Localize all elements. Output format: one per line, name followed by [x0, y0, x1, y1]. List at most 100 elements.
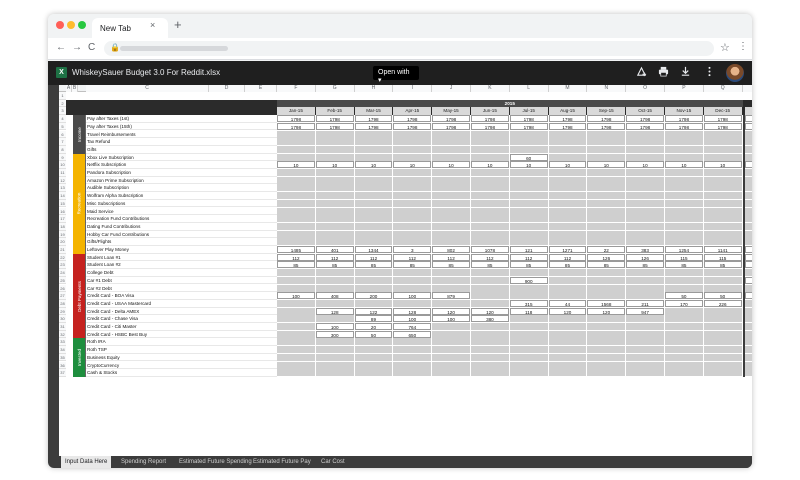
empty-cell[interactable] — [471, 330, 509, 338]
empty-cell[interactable] — [354, 176, 393, 184]
data-cell[interactable]: 1798 — [471, 122, 509, 130]
empty-cell[interactable] — [626, 199, 664, 207]
empty-cell[interactable] — [277, 284, 315, 292]
data-cell[interactable]: 85 — [744, 261, 752, 269]
data-cell[interactable]: 1000 — [744, 276, 752, 284]
empty-cell[interactable] — [432, 222, 470, 230]
empty-cell[interactable] — [393, 346, 432, 354]
empty-cell[interactable] — [665, 145, 703, 153]
row-label[interactable]: Pay after Taxes (1st) — [86, 115, 277, 123]
data-cell[interactable]: 1254 — [665, 246, 703, 254]
data-cell[interactable]: 50 — [665, 292, 703, 300]
row-label[interactable]: Car #1 Debt — [86, 276, 277, 285]
data-cell[interactable]: 1271 — [548, 246, 587, 254]
empty-cell[interactable] — [354, 184, 393, 192]
empty-cell[interactable] — [626, 169, 664, 177]
empty-cell[interactable] — [277, 145, 315, 153]
empty-cell[interactable] — [665, 330, 703, 338]
data-cell[interactable]: 120 — [587, 307, 626, 315]
empty-cell[interactable] — [587, 276, 626, 284]
empty-cell[interactable] — [587, 330, 626, 338]
row-label[interactable]: Gifts/Flights — [86, 238, 277, 246]
empty-cell[interactable] — [471, 199, 509, 207]
empty-cell[interactable] — [548, 330, 587, 338]
data-cell[interactable]: 112 — [277, 253, 315, 261]
empty-cell[interactable] — [626, 284, 664, 292]
row-label[interactable]: Roth IRA — [86, 338, 277, 347]
empty-cell[interactable] — [315, 130, 354, 138]
sheet-tab[interactable]: Spending Report — [117, 456, 170, 468]
empty-cell[interactable] — [703, 169, 742, 177]
close-window-button[interactable] — [56, 21, 64, 29]
empty-cell[interactable] — [509, 169, 548, 177]
empty-cell[interactable] — [665, 207, 703, 215]
empty-cell[interactable] — [393, 184, 432, 192]
empty-cell[interactable] — [703, 284, 742, 292]
empty-cell[interactable] — [626, 207, 664, 215]
empty-cell[interactable] — [315, 222, 354, 230]
empty-cell[interactable] — [315, 192, 354, 200]
data-cell[interactable]: 1344 — [354, 246, 393, 254]
data-cell[interactable]: 10 — [744, 161, 752, 169]
empty-cell[interactable] — [315, 315, 354, 323]
empty-cell[interactable] — [587, 361, 626, 369]
empty-cell[interactable] — [315, 184, 354, 192]
row-label[interactable]: Audible Subscription — [86, 184, 277, 193]
empty-cell[interactable] — [432, 369, 470, 377]
data-cell[interactable]: 10 — [703, 161, 742, 169]
row-number[interactable]: 20 — [59, 238, 66, 246]
empty-cell[interactable] — [354, 238, 393, 246]
empty-cell[interactable] — [315, 153, 354, 161]
empty-cell[interactable] — [665, 184, 703, 192]
empty-cell[interactable] — [393, 276, 432, 284]
empty-cell[interactable] — [509, 222, 548, 230]
row-number[interactable]: 24 — [59, 269, 66, 277]
empty-cell[interactable] — [626, 130, 664, 138]
new-tab-icon[interactable]: + — [174, 17, 182, 32]
data-cell[interactable]: 100 — [432, 315, 470, 323]
row-label[interactable]: Credit Card - BOA Visa — [86, 292, 277, 300]
empty-cell[interactable] — [587, 145, 626, 153]
empty-cell[interactable] — [509, 315, 548, 323]
empty-cell[interactable] — [432, 353, 470, 361]
row-number[interactable]: 23 — [59, 261, 66, 270]
data-cell[interactable]: 85 — [393, 261, 432, 269]
empty-cell[interactable] — [315, 238, 354, 246]
data-cell[interactable]: 1141 — [703, 246, 742, 254]
sheet-tab[interactable]: Input Data Here — [61, 456, 112, 468]
data-cell[interactable]: 85 — [587, 261, 626, 269]
empty-cell[interactable] — [277, 353, 315, 361]
data-cell[interactable]: 200 — [354, 292, 393, 300]
column-header-j[interactable]: J — [432, 85, 471, 92]
reload-icon[interactable]: C — [88, 42, 95, 53]
empty-cell[interactable] — [744, 153, 752, 161]
data-cell[interactable]: 128 — [393, 307, 432, 315]
empty-cell[interactable] — [393, 269, 432, 277]
empty-cell[interactable] — [744, 361, 752, 369]
data-cell[interactable]: 10 — [393, 161, 432, 169]
empty-cell[interactable] — [626, 276, 664, 284]
empty-cell[interactable] — [548, 269, 587, 277]
empty-cell[interactable] — [509, 353, 548, 361]
empty-cell[interactable] — [471, 215, 509, 223]
empty-cell[interactable] — [432, 338, 470, 346]
data-cell[interactable]: 1798 — [548, 115, 587, 123]
data-cell[interactable]: 1798 — [626, 122, 664, 130]
empty-cell[interactable] — [703, 153, 742, 161]
data-cell[interactable]: 60 — [509, 153, 548, 161]
empty-cell[interactable] — [354, 215, 393, 223]
data-cell[interactable]: 401 — [315, 246, 354, 254]
data-cell[interactable]: 10 — [277, 161, 315, 169]
empty-cell[interactable] — [471, 238, 509, 246]
empty-cell[interactable] — [703, 230, 742, 238]
empty-cell[interactable] — [509, 346, 548, 354]
empty-cell[interactable] — [471, 284, 509, 292]
data-cell[interactable]: 10 — [548, 161, 587, 169]
data-cell[interactable]: 383 — [626, 246, 664, 254]
empty-cell[interactable] — [548, 192, 587, 200]
empty-cell[interactable] — [587, 269, 626, 277]
empty-cell[interactable] — [744, 222, 752, 230]
browser-tab[interactable]: New Tab — [92, 18, 168, 38]
back-icon[interactable]: ← — [56, 42, 66, 53]
data-cell[interactable]: 1798 — [277, 115, 315, 123]
